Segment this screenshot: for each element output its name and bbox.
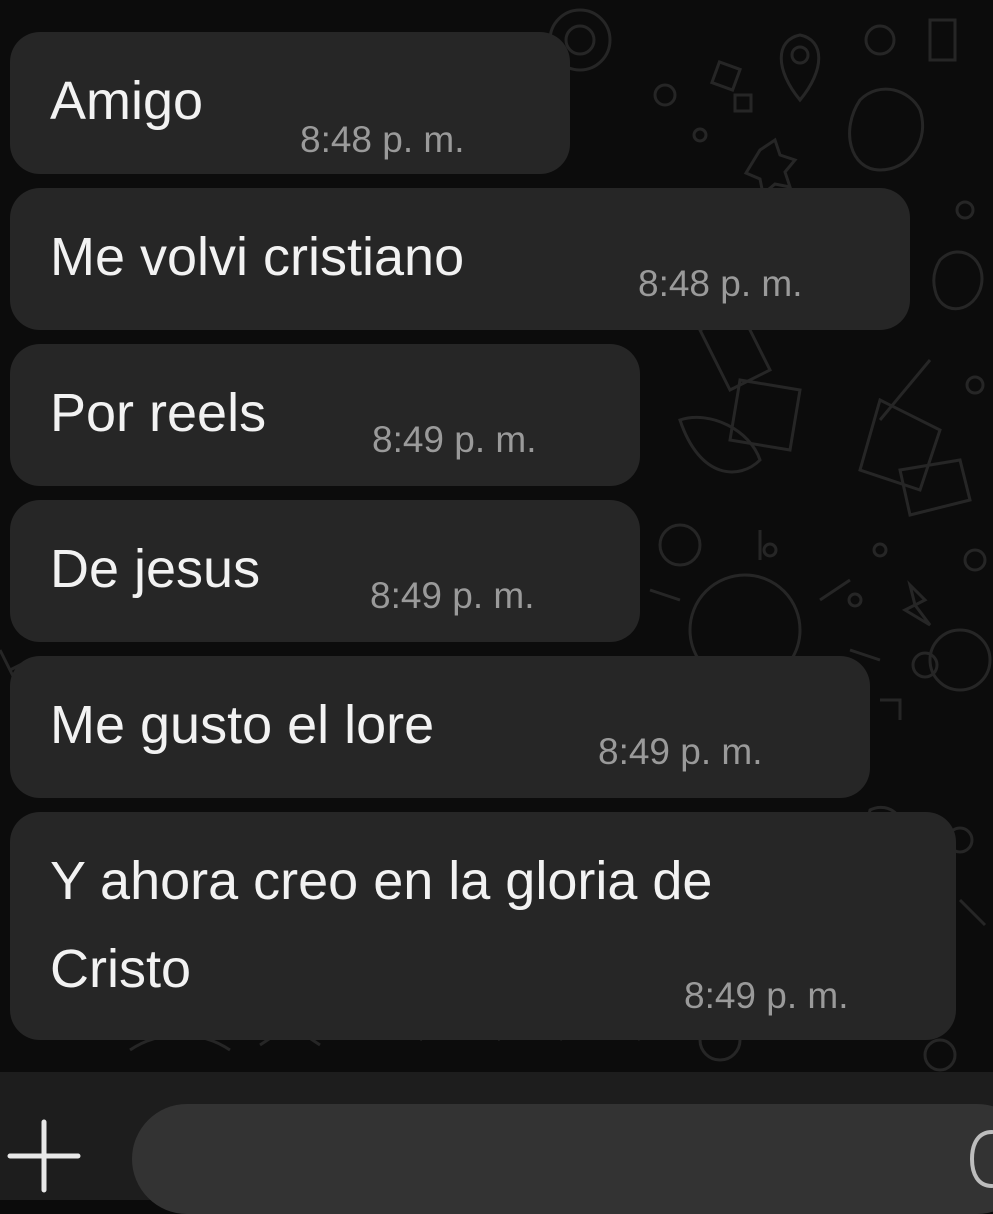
- message-text: Amigo: [50, 71, 204, 131]
- message-text: Por reels: [50, 383, 267, 443]
- message-bubble[interactable]: Por reels 8:49 p. m.: [10, 344, 640, 486]
- message-text: Me gusto el lore: [50, 695, 435, 755]
- message-bubble[interactable]: Me volvi cristiano 8:48 p. m.: [10, 188, 910, 330]
- sticker-icon[interactable]: [968, 1128, 993, 1190]
- message-text: De jesus: [50, 539, 261, 599]
- plus-icon[interactable]: [6, 1118, 82, 1194]
- message-bubble[interactable]: Amigo 8:48 p. m.: [10, 32, 570, 174]
- message-bubble[interactable]: De jesus 8:49 p. m.: [10, 500, 640, 642]
- message-timestamp: 8:49 p. m.: [372, 419, 537, 460]
- message-text-line-2: Cristo: [50, 939, 192, 999]
- message-timestamp: 8:48 p. m.: [300, 119, 465, 160]
- message-text-line-1: Y ahora creo en la gloria de: [50, 851, 713, 911]
- message-bubble[interactable]: Y ahora creo en la gloria de Cristo 8:49…: [10, 812, 956, 1040]
- message-text: Me volvi cristiano: [50, 227, 465, 287]
- message-timestamp: 8:48 p. m.: [638, 263, 803, 304]
- message-timestamp: 8:49 p. m.: [598, 731, 763, 772]
- message-bubble[interactable]: Me gusto el lore 8:49 p. m.: [10, 656, 870, 798]
- message-timestamp: 8:49 p. m.: [684, 975, 849, 1016]
- chat-background: Amigo 8:48 p. m. Me volvi cristiano 8:48…: [0, 0, 993, 1072]
- message-input[interactable]: [132, 1104, 993, 1214]
- message-timestamp: 8:49 p. m.: [370, 575, 535, 616]
